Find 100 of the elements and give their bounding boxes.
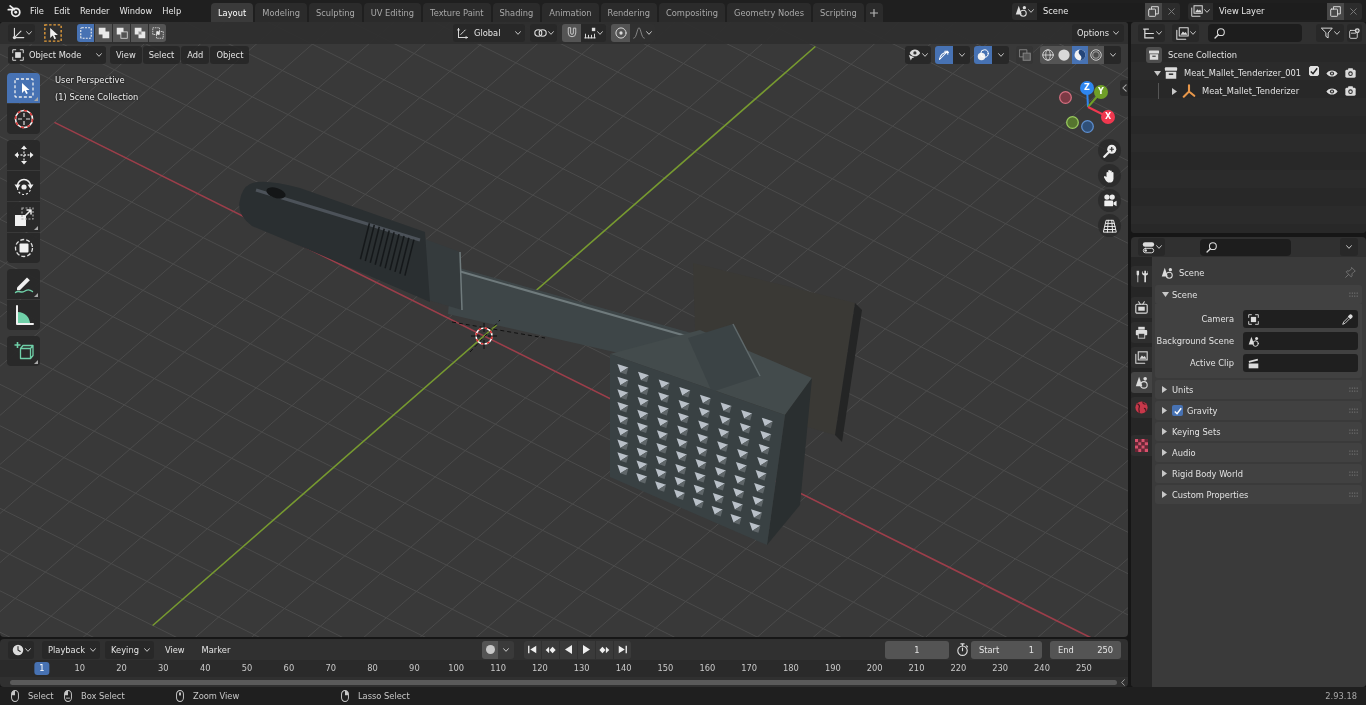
selection-mode-button[interactable]	[131, 24, 148, 42]
axis-ring-icon[interactable]	[1058, 90, 1072, 104]
snap-toggle[interactable]	[562, 24, 581, 42]
workspace-tab[interactable]: Animation	[542, 3, 599, 22]
menu-item[interactable]: Render	[74, 2, 115, 20]
snap-target-dropdown[interactable]	[581, 24, 606, 42]
end-frame-field[interactable]: End 250	[1050, 640, 1121, 659]
active-tool-button[interactable]	[43, 23, 63, 43]
filter-dropdown[interactable]	[1316, 24, 1344, 42]
selection-mode-button[interactable]	[113, 24, 130, 42]
menu-item[interactable]: Help	[157, 2, 187, 20]
selection-mode-button[interactable]	[77, 24, 94, 42]
display-mode-dropdown[interactable]	[1172, 24, 1199, 42]
visibility-dropdown[interactable]	[905, 45, 931, 64]
axis-ring-icon[interactable]	[1065, 115, 1079, 129]
scene-browse-button[interactable]	[1012, 2, 1037, 20]
panel-header[interactable]: Keying Sets	[1155, 422, 1362, 441]
scene-field[interactable]	[1243, 332, 1358, 350]
panel-header[interactable]: Audio	[1155, 443, 1362, 462]
menu-item[interactable]: Marker	[195, 640, 237, 659]
current-frame-field[interactable]: 1	[885, 640, 949, 659]
shading-mode-button[interactable]	[1072, 45, 1088, 64]
panel-header[interactable]: Gravity	[1155, 401, 1362, 420]
editor-type-button[interactable]	[8, 24, 35, 42]
panel-header[interactable]: Units	[1155, 380, 1362, 399]
workspace-tab[interactable]: Texture Paint	[423, 3, 491, 22]
selection-mode-button[interactable]	[149, 24, 166, 42]
properties-tab[interactable]	[1131, 297, 1152, 318]
properties-tab[interactable]	[1131, 266, 1152, 287]
properties-tab[interactable]	[1131, 322, 1152, 343]
editor-type-button[interactable]	[1138, 24, 1165, 42]
delete-scene-button[interactable]	[1162, 2, 1180, 20]
workspace-tab[interactable]: Layout	[211, 3, 254, 22]
menu-item[interactable]: Object	[210, 45, 250, 64]
menu-item[interactable]: Edit	[48, 2, 75, 20]
editor-type-button[interactable]	[8, 640, 34, 659]
search-field[interactable]	[1208, 24, 1302, 42]
menu-item[interactable]: Select	[142, 45, 181, 64]
panel-header[interactable]: Rigid Body World	[1155, 464, 1362, 483]
workspace-tab[interactable]: Compositing	[658, 3, 725, 22]
start-frame-field[interactable]: Start 1	[971, 640, 1042, 659]
new-view-layer-button[interactable]	[1327, 2, 1344, 20]
menu-item[interactable]: Add	[181, 45, 210, 64]
menu-dropdown[interactable]: Keying	[105, 640, 154, 659]
menu-item[interactable]: File	[25, 2, 49, 20]
render-toggle[interactable]	[1343, 66, 1357, 80]
workspace-tab[interactable]: Geometry Nodes	[727, 3, 811, 22]
axis-handle[interactable]: Z	[1080, 81, 1094, 95]
overlay-toggle[interactable]	[974, 45, 992, 64]
workspace-tab[interactable]: Scripting	[813, 3, 864, 22]
axis-handle[interactable]: X	[1101, 110, 1115, 124]
shading-mode-button[interactable]	[1088, 45, 1104, 64]
projection-toggle[interactable]	[1098, 214, 1121, 237]
outliner-item[interactable]: Meat_Mallet_Tenderizer	[1202, 86, 1300, 96]
panel-header[interactable]: Custom Properties	[1155, 485, 1362, 504]
proportional-editing-toggle[interactable]	[611, 24, 630, 42]
play-button[interactable]	[578, 640, 595, 659]
panel-header[interactable]: Scene	[1155, 285, 1362, 304]
tool-button[interactable]	[7, 269, 40, 299]
workspace-tab[interactable]: UV Editing	[363, 3, 421, 22]
add-workspace-button[interactable]	[865, 3, 883, 22]
auto-keying-toggle[interactable]	[482, 640, 498, 659]
previous-keyframe-button[interactable]	[542, 640, 559, 659]
camera-view-button[interactable]	[1098, 189, 1121, 212]
xray-toggle[interactable]	[1016, 45, 1033, 64]
menu-item[interactable]: View	[158, 640, 191, 659]
clip-field[interactable]	[1243, 354, 1358, 372]
jump-end-button[interactable]	[614, 640, 631, 659]
exclude-checkbox[interactable]	[1309, 66, 1319, 76]
falloff-dropdown[interactable]	[630, 24, 655, 42]
delete-view-layer-button[interactable]	[1344, 2, 1362, 20]
shading-mode-button[interactable]	[1040, 45, 1056, 64]
tool-button[interactable]	[7, 233, 40, 263]
menu-item[interactable]: View	[110, 45, 142, 64]
scrollbar[interactable]	[10, 679, 1117, 685]
jump-start-button[interactable]	[524, 640, 541, 659]
pan-button[interactable]	[1098, 164, 1121, 187]
frame-ruler[interactable]: 1 10 20 30 40 50 60 70 80 90 100 110 120 130 140 150 160 170 180 190 200 210 220 230 240 250	[0, 660, 1128, 677]
workspace-tab[interactable]: Rendering	[600, 3, 657, 22]
workspace-tab[interactable]: Modeling	[255, 3, 307, 22]
workspace-tab[interactable]: Shading	[492, 3, 541, 22]
play-reverse-button[interactable]	[560, 640, 577, 659]
sidebar-toggle[interactable]	[1120, 80, 1128, 96]
axis-ring-icon[interactable]	[1080, 119, 1094, 133]
properties-tab[interactable]	[1131, 372, 1152, 393]
tool-button[interactable]	[7, 171, 40, 201]
workspace-tab[interactable]: Sculpting	[308, 3, 362, 22]
tool-button[interactable]	[7, 140, 40, 170]
shading-mode-button[interactable]	[1056, 45, 1072, 64]
tool-button[interactable]	[7, 104, 40, 134]
tool-button[interactable]	[7, 300, 40, 330]
options-dropdown[interactable]: Options	[1072, 24, 1124, 42]
editor-type-button[interactable]	[1138, 238, 1165, 256]
outliner-item[interactable]: Scene Collection	[1168, 50, 1237, 60]
properties-tab[interactable]	[1131, 347, 1152, 368]
menu-item[interactable]: Window	[114, 2, 158, 20]
menu-dropdown[interactable]: Playback	[42, 640, 101, 659]
pivot-dropdown[interactable]	[530, 24, 557, 42]
selection-mode-button[interactable]	[95, 24, 112, 42]
render-toggle[interactable]	[1343, 84, 1357, 98]
